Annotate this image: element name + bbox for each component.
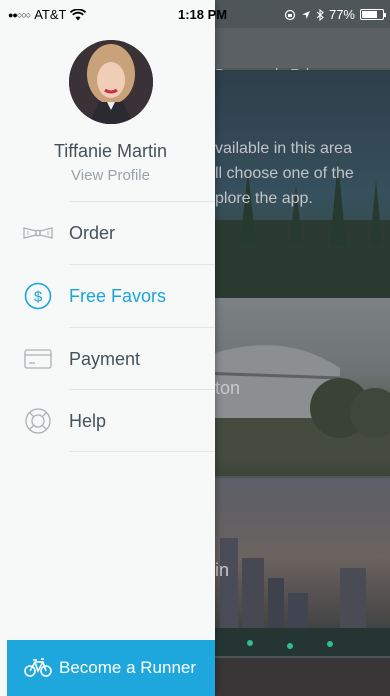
rotation-lock-icon	[284, 9, 296, 20]
bicycle-icon	[24, 658, 52, 677]
become-runner-button[interactable]: Become a Runner	[7, 640, 215, 696]
menu-item-payment[interactable]: Payment	[0, 328, 215, 390]
city-name: in	[215, 560, 230, 580]
menu-item-order[interactable]: Order	[0, 202, 215, 264]
menu-item-label: Payment	[69, 348, 141, 369]
credit-card-icon	[23, 344, 53, 374]
menu-item-free-favors[interactable]: $ Free Favors	[0, 265, 215, 327]
menu-item-label: Free Favors	[69, 285, 167, 306]
status-time: 1:18 PM	[178, 7, 228, 22]
bluetooth-icon	[316, 8, 324, 21]
profile-photo	[69, 40, 153, 124]
dollar-circle-icon: $	[23, 281, 53, 311]
unavailable-message-line: vailable in this area	[215, 140, 352, 157]
divider	[69, 451, 215, 452]
wifi-icon	[70, 8, 87, 20]
view-profile-link[interactable]: View Profile	[0, 167, 221, 184]
become-runner-label: Become a Runner	[59, 658, 197, 677]
status-bar: ●●○○○ AT&T 1:18 PM 77%	[0, 0, 390, 28]
menu-item-label: Help	[69, 410, 107, 431]
unavailable-message-line: plore the app.	[215, 190, 313, 207]
location-arrow-icon	[301, 10, 310, 19]
bow-tie-icon	[23, 218, 53, 248]
avatar[interactable]	[69, 40, 153, 124]
lifebuoy-icon	[23, 406, 53, 436]
city-name: ton	[215, 378, 241, 398]
battery-icon	[360, 9, 386, 20]
svg-text:$: $	[34, 289, 43, 306]
carrier-name: AT&T	[34, 7, 67, 22]
menu-item-label: Order	[69, 222, 116, 243]
navigation-drawer: Tiffanie Martin View Profile Order $ Fre…	[0, 0, 215, 696]
signal-strength: ●●○○○	[8, 9, 31, 20]
menu-item-help[interactable]: Help	[0, 390, 215, 452]
user-name: Tiffanie Martin	[53, 141, 168, 161]
battery-percent: 77%	[328, 7, 355, 22]
battery-level	[362, 11, 378, 18]
unavailable-message-line: ll choose one of the	[215, 165, 354, 182]
